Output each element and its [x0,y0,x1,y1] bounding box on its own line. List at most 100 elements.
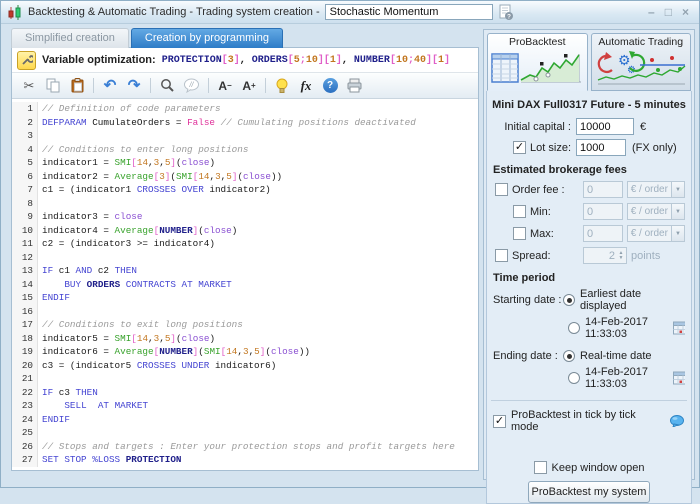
fee-row: Max:0€ / order▼ [495,225,685,242]
undo-icon[interactable]: ↶ [102,77,118,95]
code-line[interactable]: 26// Stops and targets : Enter your prot… [12,440,478,454]
code-editor[interactable]: 1// Definition of code parameters2DEFPAR… [12,99,478,470]
code-line[interactable]: 24ENDIF [12,413,478,427]
code-line[interactable]: 3 [12,129,478,143]
toolbar-separator [208,78,209,93]
decrease-font-icon[interactable]: A− [217,77,233,95]
spread-stepper: 2 ▲▼ [583,247,627,264]
cut-icon[interactable]: ✂ [21,77,37,95]
optimization-token: 40 [414,55,426,66]
maximize-button[interactable]: □ [661,5,676,19]
starting-earliest-radio[interactable] [563,294,575,306]
code-line[interactable]: 2DEFPARAM CumulateOrders = False // Cumu… [12,116,478,130]
increase-font-icon[interactable]: A+ [241,77,257,95]
system-name-input[interactable] [325,4,493,20]
code-line[interactable]: 22IF c3 THEN [12,386,478,400]
optimization-token: , [342,55,354,66]
code-text: // Definition of code parameters [38,102,221,116]
redo-icon[interactable]: ↷ [126,77,142,95]
tab-creation-by-programming[interactable]: Creation by programming [131,28,283,48]
variable-optimization-button[interactable] [17,51,36,70]
code-line[interactable]: 20c3 = (indicator5 CROSSES UNDER indicat… [12,359,478,373]
optimization-token: NUMBER [354,55,390,66]
optimization-token: 10 [396,55,408,66]
code-line[interactable]: 9indicator3 = close [12,210,478,224]
minimize-button[interactable]: – [644,5,659,19]
code-text: c1 = (indicator1 CROSSES OVER indicator2… [38,183,271,197]
code-line[interactable]: 15ENDIF [12,291,478,305]
code-line[interactable]: 21 [12,372,478,386]
code-line[interactable]: 25 [12,426,478,440]
search-icon[interactable] [159,77,175,95]
ending-realtime-radio[interactable] [563,350,575,362]
tab-simplified-creation[interactable]: Simplified creation [11,28,129,48]
calendar-icon[interactable] [673,321,685,335]
line-number: 24 [12,413,38,427]
code-line[interactable]: 16 [12,305,478,319]
svg-text:?: ? [507,13,511,20]
starting-date-custom-row: 14-Feb-2017 11:33:03 [568,316,685,340]
code-line[interactable]: 6indicator2 = Average[3](SMI[14,3,5](clo… [12,170,478,184]
lot-size-checkbox[interactable] [513,141,526,154]
lot-size-input[interactable] [576,139,626,156]
comment-icon[interactable]: // [183,77,200,95]
wrench-icon [21,54,33,66]
fee-checkbox[interactable] [513,227,526,240]
tab-automatic-trading[interactable]: Automatic Trading ⚙ ⚙ [591,33,692,91]
paste-icon[interactable] [69,77,85,95]
starting-custom-radio[interactable] [568,322,580,334]
line-number: 18 [12,332,38,346]
fee-rows: Order fee :0€ / order▼Min:0€ / order▼Max… [487,181,691,242]
fee-unit-label: € / order [628,228,671,239]
code-text: ENDIF [38,291,70,305]
probacktest-thumbnail-icon [490,48,584,88]
lightbulb-icon[interactable] [274,77,290,95]
initial-capital-input[interactable] [576,118,634,135]
window-title: Backtesting & Automatic Trading - Tradin… [28,6,320,18]
calendar-icon[interactable] [673,371,685,385]
code-line[interactable]: 12 [12,251,478,265]
code-text: // Conditions to exit long positions [38,318,243,332]
code-line[interactable]: 10indicator4 = Average[NUMBER](close) [12,224,478,238]
rename-help-icon[interactable]: ? [498,4,514,21]
code-line[interactable]: 17// Conditions to exit long positions [12,318,478,332]
keep-window-open-checkbox[interactable] [534,461,547,474]
code-line[interactable]: 23 SELL AT MARKET [12,399,478,413]
tick-mode-row: ProBacktest in tick by tick mode [493,409,685,433]
code-text: indicator3 = close [38,210,142,224]
fee-value-input: 0 [583,203,623,220]
spread-checkbox[interactable] [495,249,508,262]
fee-label: Min: [530,206,551,218]
app-candlestick-icon [7,5,23,20]
copy-icon[interactable] [45,77,61,95]
fee-checkbox[interactable] [513,205,526,218]
optimization-token: , [240,55,252,66]
code-line[interactable]: 5indicator1 = SMI[14,3,5](close) [12,156,478,170]
code-line[interactable]: 4// Conditions to enter long positions [12,143,478,157]
probacktest-my-system-button[interactable]: ProBacktest my system [528,481,650,503]
code-text: SET STOP %LOSS PROTECTION [38,453,182,467]
code-text: c3 = (indicator5 CROSSES UNDER indicator… [38,359,276,373]
ending-custom-radio[interactable] [568,372,580,384]
function-icon[interactable]: fx [298,77,314,95]
help-icon[interactable]: ? [322,77,338,95]
tab-probacktest[interactable]: ProBacktest [487,33,588,91]
code-line[interactable]: 18indicator5 = SMI[14,3,5](close) [12,332,478,346]
code-line[interactable]: 7c1 = (indicator1 CROSSES OVER indicator… [12,183,478,197]
code-line[interactable]: 1// Definition of code parameters [12,102,478,116]
fee-checkbox[interactable] [495,183,508,196]
code-line[interactable]: 13IF c1 AND c2 THEN [12,264,478,278]
code-line[interactable]: 8 [12,197,478,211]
close-button[interactable]: × [678,5,693,19]
code-text: indicator1 = SMI[14,3,5](close) [38,156,215,170]
print-icon[interactable] [346,77,363,95]
tick-mode-checkbox[interactable] [493,415,506,428]
code-line[interactable]: 11c2 = (indicator3 >= indicator4) [12,237,478,251]
code-line[interactable]: 27SET STOP %LOSS PROTECTION [12,453,478,467]
fee-unit-select: € / order▼ [627,203,685,220]
code-line[interactable]: 19indicator6 = Average[NUMBER](SMI[14,3,… [12,345,478,359]
code-line[interactable]: 14 BUY ORDERS CONTRACTS AT MARKET [12,278,478,292]
line-number: 21 [12,372,38,386]
code-text [38,129,42,143]
tick-mode-tooltip-icon[interactable] [670,415,685,427]
